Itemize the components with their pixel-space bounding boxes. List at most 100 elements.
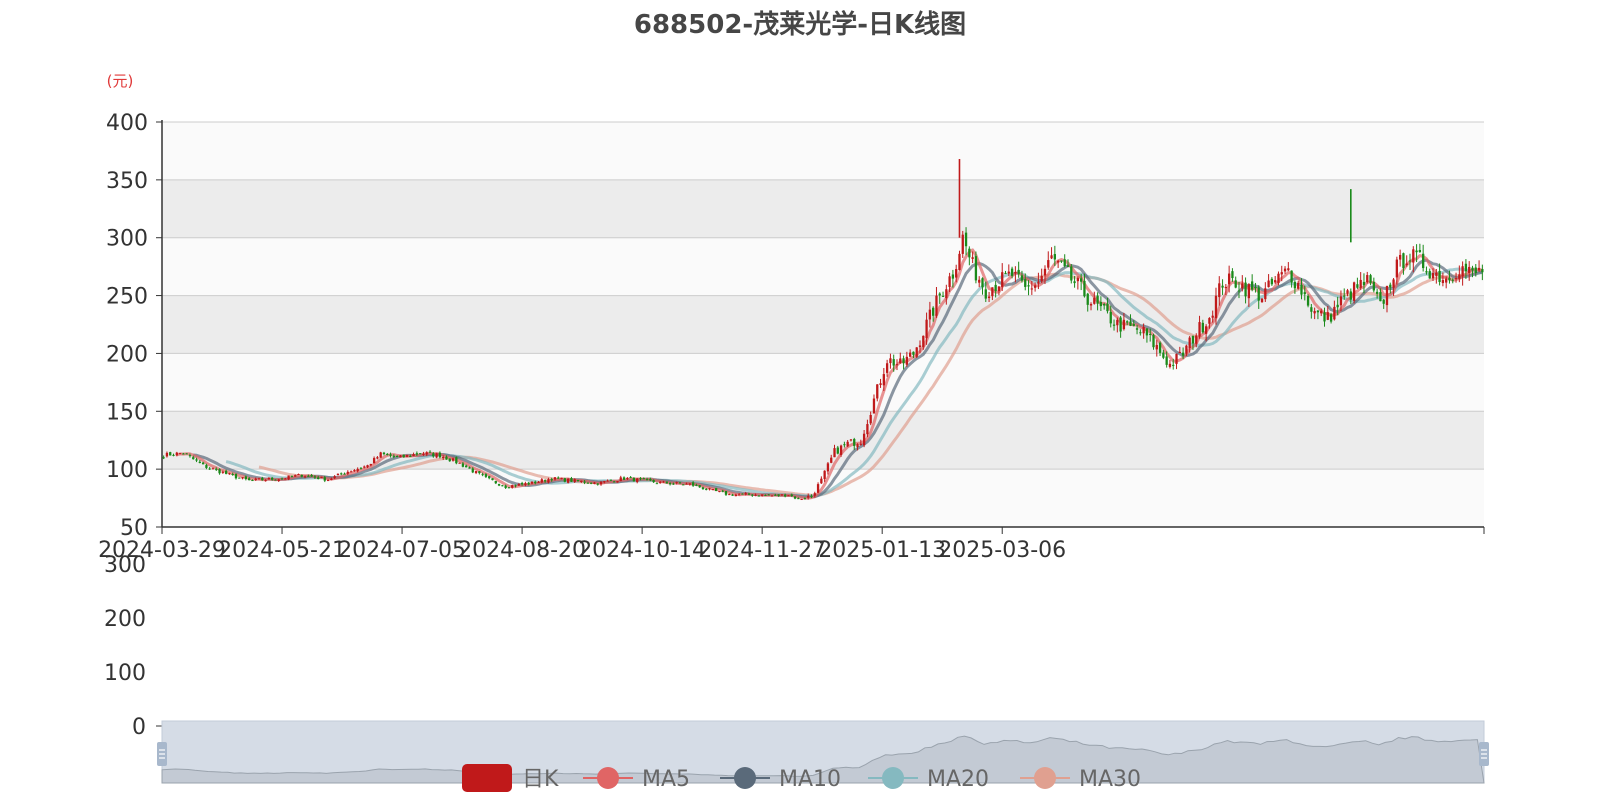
candle-body — [254, 478, 257, 481]
candle-body — [1280, 272, 1283, 275]
candle-body — [599, 481, 603, 485]
candle-body — [1267, 280, 1270, 288]
candle-body — [560, 477, 563, 479]
legend-item-ma10[interactable]: MA10 — [720, 767, 841, 792]
candle-body — [1293, 281, 1297, 289]
candle-body — [1231, 271, 1234, 279]
candle-body — [1129, 321, 1132, 326]
candle-body — [379, 452, 382, 458]
legend-item-ma30[interactable]: MA30 — [1020, 767, 1141, 792]
candle-body — [655, 483, 659, 485]
candle-body — [1040, 275, 1043, 282]
candle-body — [1474, 267, 1477, 273]
y-tick-label: 100 — [106, 458, 148, 483]
candle-body — [1375, 291, 1379, 294]
candle-body — [1162, 352, 1165, 358]
ma20-legend-icon — [882, 767, 904, 789]
zoom-handle-left[interactable] — [157, 742, 167, 766]
candle-body — [1333, 306, 1336, 320]
candle-body — [1004, 272, 1007, 274]
candle-body — [714, 488, 718, 492]
candle-body — [685, 483, 688, 485]
candle-body — [1290, 270, 1293, 283]
candle-body — [994, 284, 997, 292]
candle-body — [1175, 353, 1178, 364]
grid-band — [162, 122, 1484, 180]
candle-body — [774, 494, 777, 496]
candle-body — [908, 352, 912, 357]
legend-item-kline[interactable]: 日K — [462, 764, 559, 792]
candle-body — [215, 468, 218, 470]
candle-body — [277, 479, 280, 481]
candle-body — [698, 485, 701, 488]
candle-body — [1320, 310, 1323, 314]
candle-body — [859, 443, 862, 445]
volume-tick-label: 0 — [132, 715, 146, 740]
candle-body — [448, 458, 451, 462]
candle-body — [1287, 268, 1290, 271]
candle-body — [787, 495, 790, 497]
candle-body — [856, 444, 859, 447]
legend-item-ma20[interactable]: MA20 — [868, 767, 989, 792]
candle-body — [317, 477, 320, 480]
candle-body — [866, 424, 869, 435]
candle-body — [764, 494, 767, 496]
candle-body — [1122, 319, 1126, 330]
candle-body — [1464, 263, 1468, 272]
candle-body — [1063, 259, 1066, 266]
candle-body — [1181, 352, 1185, 356]
candle-body — [395, 456, 399, 458]
candle-body — [1438, 270, 1441, 282]
y-unit-label: (元) — [107, 72, 134, 90]
candle-body — [326, 480, 330, 482]
candle-body — [188, 455, 192, 457]
candle-body — [566, 478, 570, 483]
candle-body — [639, 478, 642, 480]
candle-body — [402, 454, 405, 458]
candle-body — [928, 309, 932, 320]
candle-body — [1185, 345, 1188, 354]
candle-body — [1264, 288, 1267, 300]
candle-body — [382, 452, 386, 455]
candle-body — [527, 482, 530, 485]
candle-body — [1346, 290, 1349, 294]
grid-band — [162, 353, 1484, 412]
candle-body — [195, 459, 198, 461]
grid-band — [162, 179, 1484, 238]
candle-body — [185, 453, 188, 455]
candle-body — [231, 473, 234, 475]
candle-body — [935, 295, 938, 316]
candle-body — [678, 482, 682, 484]
candle-body — [1145, 328, 1149, 336]
candle-body — [336, 473, 340, 476]
candle-body — [300, 474, 303, 477]
candle-body — [932, 307, 935, 316]
candle-body — [162, 457, 165, 459]
candle-body — [557, 477, 560, 479]
candle-body — [461, 463, 465, 467]
candle-body — [784, 494, 787, 497]
candle-body — [889, 358, 892, 364]
zoom-handle-right[interactable] — [1479, 742, 1489, 766]
candle-body — [271, 477, 274, 480]
candle-body — [902, 358, 905, 364]
candle-body — [964, 232, 968, 247]
candle-body — [169, 452, 172, 456]
x-tick-label: 2024-11-27 — [698, 538, 826, 563]
candle-body — [1241, 283, 1244, 289]
candle-body — [728, 494, 731, 496]
candle-body — [343, 473, 346, 475]
candle-body — [349, 471, 353, 473]
candle-body — [1254, 286, 1257, 289]
candle-body — [251, 480, 254, 482]
candle-body — [974, 256, 978, 281]
legend-label-kline: 日K — [522, 767, 559, 792]
candle-body — [583, 481, 586, 483]
candle-body — [609, 479, 613, 481]
candle-body — [540, 479, 543, 483]
candle-body — [524, 483, 527, 485]
candle-body — [465, 465, 468, 468]
candle-body — [770, 495, 774, 497]
candle-body — [1050, 255, 1053, 259]
candle-body — [376, 457, 379, 459]
